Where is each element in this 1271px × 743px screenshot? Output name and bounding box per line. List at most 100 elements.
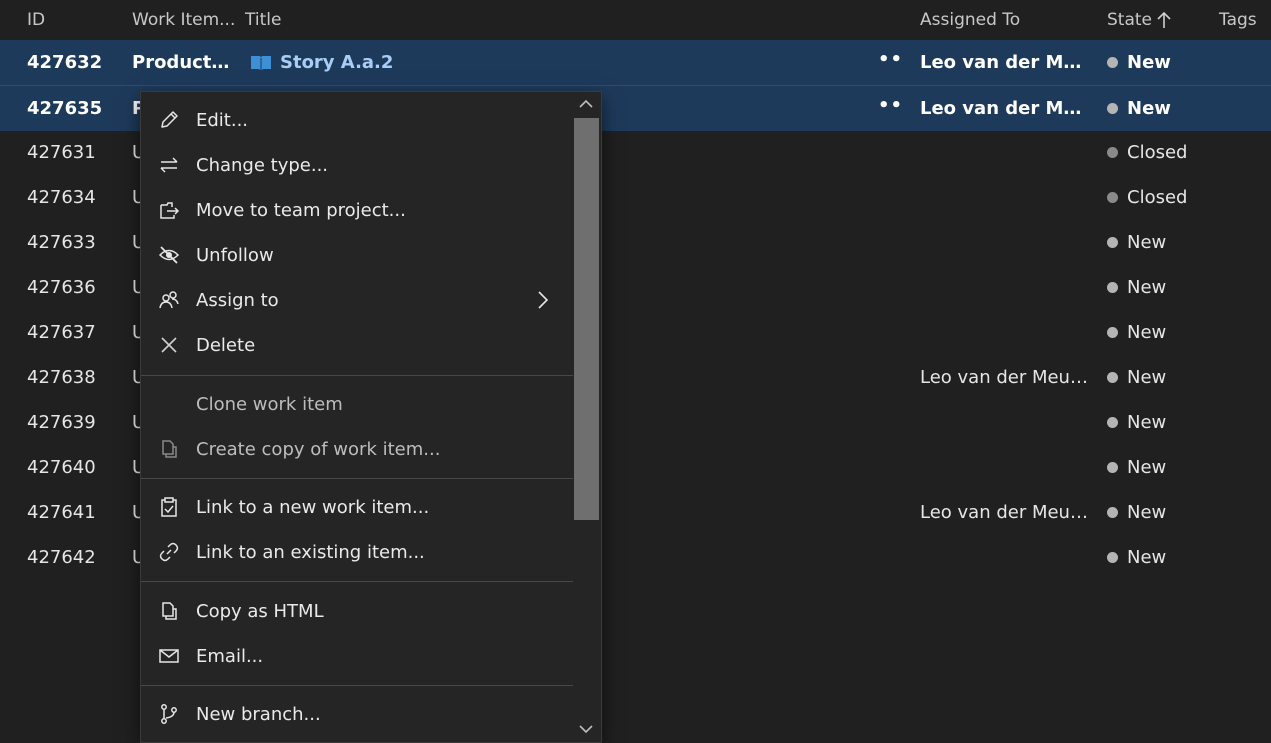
menu-item-link-to-existing-item[interactable]: Link to an existing item... <box>141 530 573 575</box>
link-icon <box>158 541 180 563</box>
menu-item-label: New branch... <box>196 704 321 725</box>
row-state-label: New <box>1127 232 1167 253</box>
menu-item-link-to-new-work-item[interactable]: Link to a new work item... <box>141 485 573 530</box>
state-dot-icon <box>1107 417 1118 428</box>
chevron-up-icon[interactable] <box>577 97 595 111</box>
column-header-tags[interactable]: Tags <box>1219 10 1257 30</box>
row-state: New <box>1107 502 1237 523</box>
menu-item-edit[interactable]: Edit... <box>141 98 573 143</box>
menu-item-copy-as-html[interactable]: Copy as HTML <box>141 589 573 634</box>
state-dot-icon <box>1107 237 1118 248</box>
row-state: New <box>1107 412 1237 433</box>
menu-item-unfollow[interactable]: Unfollow <box>141 233 573 278</box>
row-state-label: Closed <box>1127 142 1188 163</box>
move-icon <box>158 199 180 221</box>
menu-item-label: Create copy of work item... <box>196 439 441 460</box>
row-id: 427634 <box>27 187 96 208</box>
row-state-label: New <box>1127 277 1167 298</box>
book-icon <box>250 54 272 72</box>
state-dot-icon <box>1107 327 1118 338</box>
row-state: New <box>1107 277 1237 298</box>
column-header-assigned-to[interactable]: Assigned To <box>920 10 1020 30</box>
column-header-title[interactable]: Title <box>245 10 281 30</box>
row-id: 427639 <box>27 412 96 433</box>
chevron-right-icon <box>537 290 549 310</box>
row-assigned-to: Leo van der Meulen <box>920 502 1092 523</box>
more-actions-icon[interactable]: ••• <box>878 95 904 116</box>
mail-icon <box>158 645 180 667</box>
menu-separator <box>141 581 573 582</box>
row-state: New <box>1107 547 1237 568</box>
state-dot-icon <box>1107 57 1118 68</box>
row-state-label: New <box>1127 98 1171 119</box>
close-icon <box>158 334 180 356</box>
menu-item-label: Link to a new work item... <box>196 497 430 518</box>
menu-item-assign-to[interactable]: Assign to <box>141 278 573 323</box>
row-state: New <box>1107 367 1237 388</box>
row-state: New <box>1107 322 1237 343</box>
menu-scrollbar-thumb[interactable] <box>574 118 599 520</box>
table-row[interactable]: 427632 Product ... Story A.a.2 ••• Leo v… <box>0 40 1271 85</box>
row-assigned-to: Leo van der Meu... <box>920 98 1092 119</box>
copy-icon <box>158 600 180 622</box>
pencil-icon <box>158 109 180 131</box>
row-title-text[interactable]: Story A.a.2 <box>280 52 393 73</box>
menu-separator <box>141 375 573 376</box>
menu-item-label: Change type... <box>196 155 329 176</box>
row-work-item-type: Product ... <box>132 52 232 73</box>
menu-item-label: Unfollow <box>196 245 274 266</box>
menu-item-create-copy[interactable]: Create copy of work item... <box>141 427 573 472</box>
row-id: 427636 <box>27 277 96 298</box>
state-dot-icon <box>1107 372 1118 383</box>
people-icon <box>158 289 180 311</box>
sort-ascending-icon[interactable] <box>1156 11 1172 29</box>
row-id: 427637 <box>27 322 96 343</box>
row-state-label: New <box>1127 322 1167 343</box>
menu-item-email[interactable]: Email... <box>141 634 573 679</box>
column-header-id[interactable]: ID <box>27 10 45 30</box>
copy-icon <box>158 438 180 460</box>
swap-arrows-icon <box>158 154 180 176</box>
state-dot-icon <box>1107 552 1118 563</box>
row-assigned-to: Leo van der Meu... <box>920 52 1092 73</box>
column-header-work-item-type[interactable]: Work Item... <box>132 10 235 30</box>
menu-separator <box>141 685 573 686</box>
state-dot-icon <box>1107 507 1118 518</box>
row-id: 427640 <box>27 457 96 478</box>
row-title[interactable]: Story A.a.2 <box>250 52 850 73</box>
row-state: New <box>1107 232 1237 253</box>
menu-item-delete[interactable]: Delete <box>141 323 573 368</box>
more-actions-icon[interactable]: ••• <box>878 49 904 70</box>
column-header-state[interactable]: State <box>1107 10 1152 30</box>
row-state-label: Closed <box>1127 187 1188 208</box>
menu-item-clone-work-item[interactable]: Clone work item <box>141 382 573 427</box>
row-state-label: New <box>1127 52 1171 73</box>
menu-item-new-branch[interactable]: New branch... <box>141 692 573 737</box>
row-state: New <box>1107 52 1237 73</box>
row-state-label: New <box>1127 367 1167 388</box>
menu-item-label: Copy as HTML <box>196 601 324 622</box>
menu-item-change-type[interactable]: Change type... <box>141 143 573 188</box>
row-state: New <box>1107 98 1237 119</box>
eye-slash-icon <box>158 244 180 266</box>
state-dot-icon <box>1107 192 1118 203</box>
row-state: Closed <box>1107 187 1237 208</box>
menu-item-label: Assign to <box>196 290 279 311</box>
row-id: 427633 <box>27 232 96 253</box>
menu-item-label: Move to team project... <box>196 200 406 221</box>
row-id: 427638 <box>27 367 96 388</box>
menu-item-label: Edit... <box>196 110 249 131</box>
clipboard-check-icon <box>158 496 180 518</box>
row-state: Closed <box>1107 142 1237 163</box>
state-dot-icon <box>1107 103 1118 114</box>
menu-item-move-to-team-project[interactable]: Move to team project... <box>141 188 573 233</box>
context-menu: Edit... Change type... Move to team proj… <box>140 91 602 743</box>
state-dot-icon <box>1107 462 1118 473</box>
menu-item-label: Delete <box>196 335 256 356</box>
row-state-label: New <box>1127 502 1167 523</box>
row-state-label: New <box>1127 547 1167 568</box>
row-id: 427635 <box>27 98 103 119</box>
row-id: 427642 <box>27 547 96 568</box>
menu-item-label: Clone work item <box>196 394 343 415</box>
chevron-down-icon[interactable] <box>577 722 595 736</box>
